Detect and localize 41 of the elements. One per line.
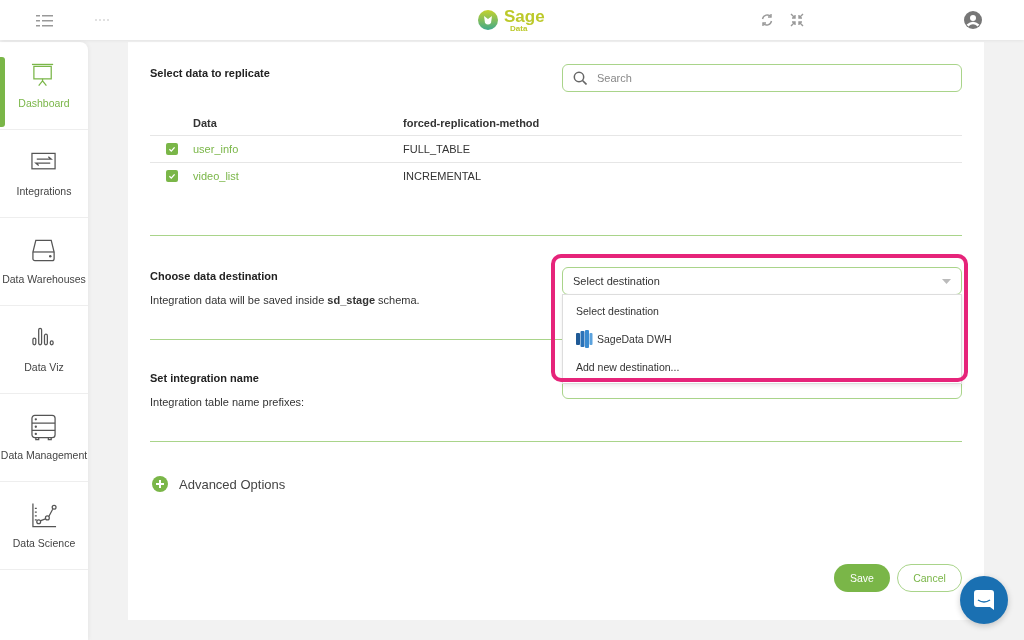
- logo-subtext: Data: [510, 24, 528, 33]
- line-chart-icon: [31, 502, 57, 529]
- leaf-icon: [478, 10, 498, 30]
- search-field[interactable]: Search: [562, 64, 962, 92]
- chat-button[interactable]: [960, 576, 1008, 624]
- section-description: Integration table name prefixes:: [150, 396, 306, 408]
- checkbox[interactable]: [166, 170, 178, 182]
- sidebar-item[interactable]: Data Management: [0, 394, 88, 482]
- refresh-icon[interactable]: [760, 13, 774, 27]
- checkbox[interactable]: [166, 143, 178, 155]
- user-icon[interactable]: [964, 11, 982, 29]
- advanced-options-toggle[interactable]: Advanced Options: [150, 476, 962, 492]
- table-cell: video_list: [193, 162, 403, 189]
- logo-text: Sage: [504, 7, 545, 25]
- section-title: Choose data destination: [150, 269, 279, 282]
- section-title: Select data to replicate: [150, 66, 271, 81]
- dropdown-option[interactable]: Add new destination...: [563, 353, 961, 381]
- sidebar-item[interactable]: Data Warehouses: [0, 218, 88, 306]
- column-header: forced-replication-method: [403, 110, 962, 136]
- column-header: Data: [193, 110, 403, 136]
- plus-icon: [152, 476, 168, 492]
- check-icon: [168, 172, 176, 180]
- dropdown-option[interactable]: SageData DWH: [563, 325, 961, 353]
- collapse-icon[interactable]: [790, 13, 804, 27]
- table-cell: user_info: [193, 135, 403, 163]
- sidebar-item[interactable]: Data Science: [0, 482, 88, 570]
- check-icon: [168, 145, 176, 153]
- search-icon: [573, 71, 587, 85]
- section-description: Integration data will be saved inside sd_stage schema.: [150, 294, 421, 306]
- chat-bubble-icon: [974, 590, 994, 610]
- sidebar-item[interactable]: Data Viz: [0, 306, 88, 394]
- server-icon: [31, 414, 57, 441]
- table-cell: FULL_TABLE: [403, 135, 962, 163]
- dropdown-arrow-icon: [942, 278, 951, 284]
- menu-icon[interactable]: [36, 13, 53, 27]
- dropdown-option[interactable]: Select destination: [563, 297, 961, 325]
- active-indicator: [0, 57, 5, 127]
- sidebar-item[interactable]: Integrations: [0, 130, 88, 218]
- database-icon: [576, 330, 593, 348]
- table-cell: INCREMENTAL: [403, 162, 962, 189]
- section-title: Set integration name: [150, 371, 260, 384]
